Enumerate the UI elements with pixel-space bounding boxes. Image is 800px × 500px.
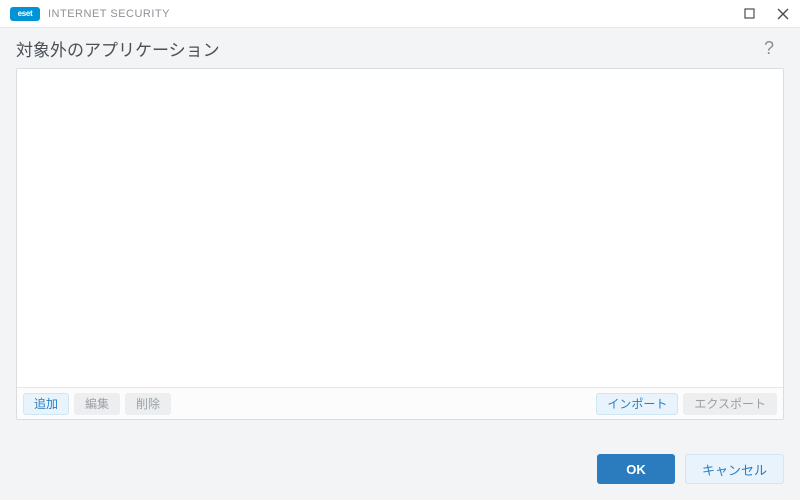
panel-toolbar: 追加 編集 削除 インポート エクスポート (17, 387, 783, 419)
add-button[interactable]: 追加 (23, 393, 69, 415)
export-button: エクスポート (683, 393, 777, 415)
cancel-button[interactable]: キャンセル (685, 454, 784, 484)
window-controls (732, 0, 800, 28)
delete-button: 削除 (125, 393, 171, 415)
dialog-footer: OK キャンセル (0, 420, 800, 500)
close-button[interactable] (766, 0, 800, 28)
close-icon (777, 8, 789, 20)
titlebar: eset INTERNET SECURITY (0, 0, 800, 28)
maximize-icon (744, 8, 755, 19)
header: 対象外のアプリケーション ? (0, 28, 800, 68)
edit-button: 編集 (74, 393, 120, 415)
maximize-button[interactable] (732, 0, 766, 28)
ok-button[interactable]: OK (597, 454, 675, 484)
import-button[interactable]: インポート (596, 393, 678, 415)
application-list[interactable] (17, 69, 783, 387)
brand-logo: eset (10, 7, 40, 21)
page-title: 対象外のアプリケーション (16, 36, 220, 61)
content-panel: 追加 編集 削除 インポート エクスポート (16, 68, 784, 420)
help-button[interactable]: ? (758, 38, 780, 59)
product-name: INTERNET SECURITY (48, 8, 170, 20)
